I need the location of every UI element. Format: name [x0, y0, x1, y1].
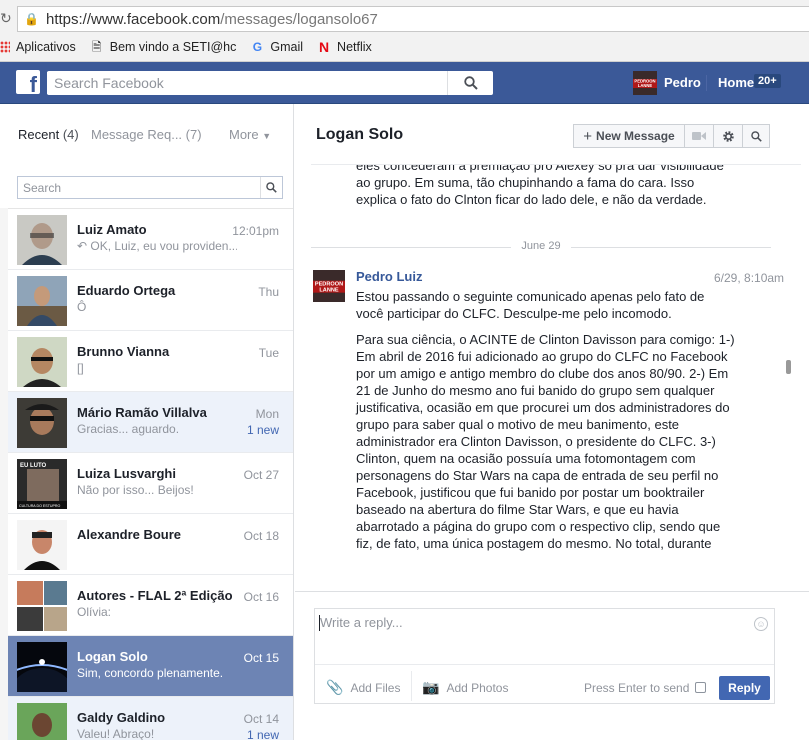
facebook-top-bar: f PEDROON LANNE Pedro Home 20+ — [0, 62, 809, 104]
video-call-button[interactable] — [684, 124, 714, 148]
press-enter-label: Press Enter to send — [584, 681, 690, 695]
video-camera-icon — [692, 132, 706, 140]
thread-item[interactable]: EU LUTO CULTURA DO ESTUPRO Luiza Lusvargh… — [8, 453, 293, 514]
avatar — [17, 703, 67, 740]
sender-avatar[interactable]: PEDROON LANNE — [313, 270, 345, 302]
google-icon: G — [252, 40, 263, 54]
search-conversation-button[interactable] — [742, 124, 770, 148]
emoji-icon[interactable]: ☺ — [754, 617, 768, 631]
add-photos-button[interactable]: 📷 Add Photos — [422, 679, 508, 696]
sender-name[interactable]: Pedro Luiz — [356, 269, 422, 284]
page-icon: 🗎 — [91, 40, 102, 54]
address-bar[interactable]: 🔒 https://www.facebook.com/messages/loga… — [17, 6, 809, 32]
date-separator: June 29 — [311, 240, 771, 254]
home-notification-badge: 20+ — [754, 74, 781, 88]
thread-item[interactable]: Brunno Vianna [] Tue — [8, 331, 293, 392]
avatar: EU LUTO CULTURA DO ESTUPRO — [17, 459, 67, 509]
lock-icon: 🔒 — [24, 12, 39, 26]
chevron-down-icon: ▼ — [262, 131, 272, 141]
settings-button[interactable] — [713, 124, 743, 148]
url-text[interactable]: https://www.facebook.com/messages/logans… — [46, 11, 378, 28]
netflix-icon: N — [318, 39, 330, 55]
thread-search-input[interactable] — [18, 177, 260, 198]
svg-text:CULTURA DO ESTUPRO: CULTURA DO ESTUPRO — [19, 504, 60, 508]
thread-list-header: Recent (4) Message Req... (7) More ▼ — [0, 104, 293, 166]
avatar — [17, 581, 67, 631]
reload-icon[interactable]: ↻ — [0, 10, 12, 27]
user-avatar[interactable]: PEDROON LANNE — [633, 71, 657, 95]
message-text: eles concederam a premiação pro Alexey s… — [356, 165, 724, 207]
conversation-panel: Logan Solo + New Message eles concederam … — [295, 104, 809, 740]
camera-icon: 📷 — [422, 679, 440, 695]
avatar — [17, 520, 67, 570]
profile-link[interactable]: Pedro — [664, 75, 701, 90]
thread-item[interactable]: Autores - FLAL 2ª Edição Olívia: Oct 16 — [8, 575, 293, 636]
new-message-button[interactable]: + New Message — [573, 124, 685, 148]
thread-item[interactable]: Galdy Galdino Valeu! Abraço! Oct 14 1 ne… — [8, 697, 293, 740]
search-icon — [463, 76, 478, 90]
message-text: Para sua ciência, o ACINTE de Clinton Da… — [356, 332, 735, 551]
reply-composer: ☺ 📎Add Files 📷Add Photos Press Enter to … — [314, 608, 775, 704]
reply-arrow-icon: ↶ — [77, 239, 91, 253]
tab-recent[interactable]: Recent (4) — [18, 127, 79, 142]
thread-search-button[interactable] — [260, 177, 282, 198]
nav-divider — [706, 75, 707, 91]
thread-list-scrollbar[interactable] — [0, 208, 8, 740]
avatar — [17, 642, 67, 692]
conversation-toolbar: + New Message — [573, 124, 770, 148]
thread-item[interactable]: Eduardo Ortega Ô Thu — [8, 270, 293, 331]
search-button[interactable] — [447, 71, 493, 95]
svg-text:LANNE: LANNE — [638, 83, 653, 88]
bookmark-netflix[interactable]: N Netflix — [317, 40, 372, 54]
thread-item[interactable]: Mário Ramão Villalva Gracias... aguardo.… — [8, 392, 293, 453]
press-enter-checkbox[interactable] — [695, 682, 706, 693]
reply-area: ☺ — [315, 609, 774, 665]
thread-search — [17, 176, 283, 199]
facebook-search-input[interactable] — [47, 72, 447, 94]
tab-more[interactable]: More ▼ — [229, 127, 271, 142]
svg-text:EU LUTO: EU LUTO — [20, 463, 47, 469]
apps-grid-icon — [0, 41, 10, 53]
bookmark-apps[interactable]: Aplicativos — [0, 40, 76, 54]
facebook-search — [47, 71, 493, 95]
paperclip-icon: 📎 — [326, 679, 344, 695]
thread-item[interactable]: Luiz Amato ↶ OK, Luiz, eu vou providen..… — [8, 209, 293, 270]
thread-list: Luiz Amato ↶ OK, Luiz, eu vou providen..… — [8, 209, 293, 740]
svg-text:LANNE: LANNE — [319, 287, 339, 293]
bookmark-seti[interactable]: 🗎 Bem vindo a SETI@hc — [90, 40, 236, 54]
thread-item-active[interactable]: Logan Solo Sim, concordo plenamente. Oct… — [8, 636, 293, 697]
reply-button[interactable]: Reply — [719, 676, 770, 700]
avatar — [17, 337, 67, 387]
bookmarks-bar: Aplicativos 🗎 Bem vindo a SETI@hc G Gmail … — [0, 36, 386, 58]
message-timestamp: 6/29, 8:10am — [714, 271, 785, 285]
reply-input[interactable] — [315, 609, 745, 659]
add-files-button[interactable]: 📎 Add Files — [326, 679, 400, 696]
avatar — [17, 215, 67, 265]
gear-icon — [722, 130, 734, 142]
search-icon — [750, 130, 762, 142]
thread-list-panel: Recent (4) Message Req... (7) More ▼ Lui… — [0, 104, 294, 740]
avatar — [17, 398, 67, 448]
message-list: eles concederam a premiação pro Alexey s… — [295, 165, 795, 591]
bookmark-gmail[interactable]: G Gmail — [250, 40, 303, 54]
message-text: Estou passando o seguinte comunicado ape… — [356, 289, 705, 321]
thread-item[interactable]: Alexandre Boure Oct 18 — [8, 514, 293, 575]
browser-chrome: ↻ 🔒 https://www.facebook.com/messages/lo… — [0, 0, 809, 62]
tab-message-requests[interactable]: Message Req... (7) — [91, 127, 202, 142]
facebook-logo-icon[interactable]: f — [16, 70, 40, 94]
avatar — [17, 276, 67, 326]
home-link[interactable]: Home — [718, 75, 754, 90]
conversation-title[interactable]: Logan Solo — [316, 126, 403, 144]
search-icon — [266, 182, 277, 193]
plus-icon: + — [583, 127, 593, 145]
message-scrollbar-thumb[interactable] — [786, 360, 791, 374]
